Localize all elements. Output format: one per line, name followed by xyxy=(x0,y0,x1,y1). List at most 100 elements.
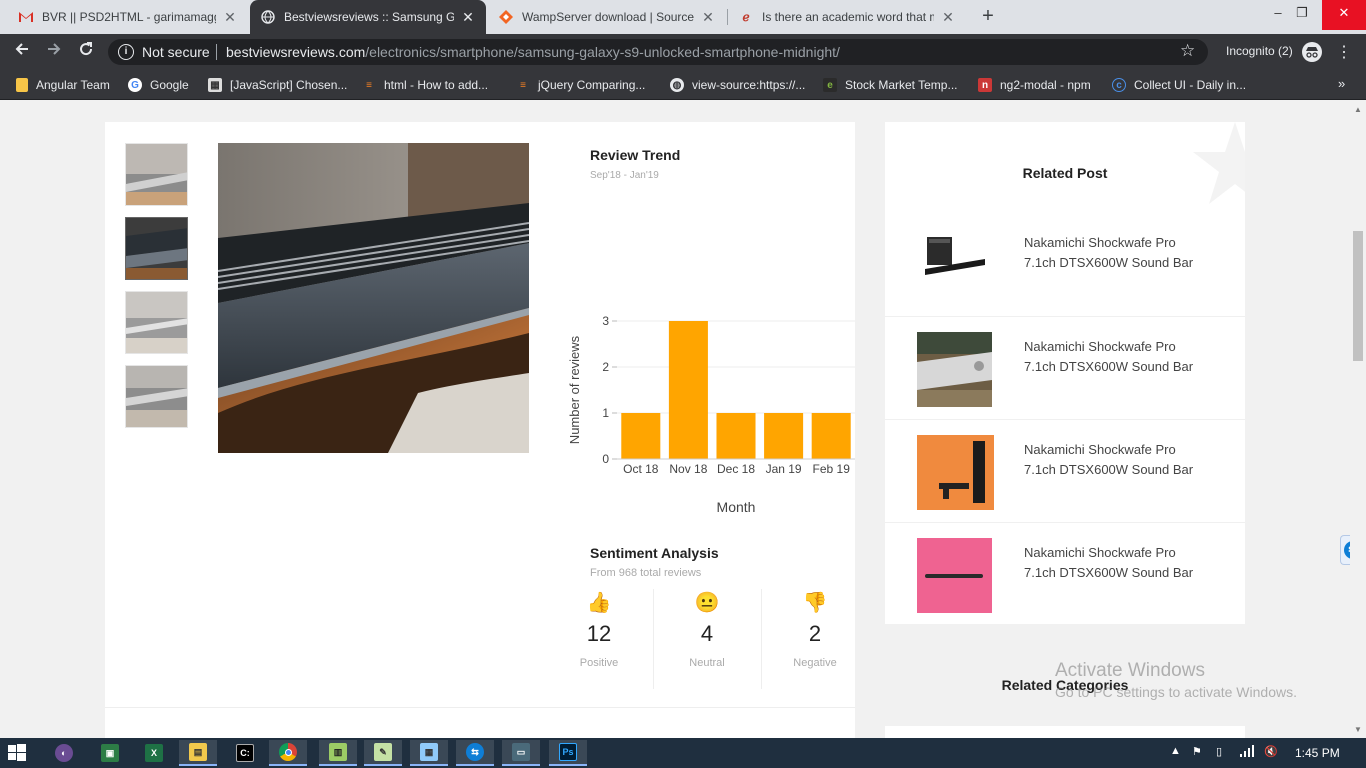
close-icon[interactable]: ✕ xyxy=(222,9,238,26)
related-post-title-text[interactable]: Nakamichi Shockwafe Pro 7.1ch DTSX600W S… xyxy=(1024,233,1193,273)
bookmark-label: jQuery Comparing... xyxy=(538,78,646,92)
bookmark-collect-ui[interactable]: c Collect UI - Daily in... xyxy=(1112,76,1246,94)
chart-bar[interactable] xyxy=(716,413,756,459)
chart-bar[interactable] xyxy=(811,413,851,459)
tab-english-se[interactable]: ℯ Is there an academic word that m ✕ xyxy=(728,0,966,34)
chart-x-axis-label: Month xyxy=(717,499,756,515)
windows-taskbar: ◐ ▣ X ▤ C: ▥ ✎ ▦ ⇆ ▭ Ps ▲ ⚑ ▯ 🔇 1:45 PM xyxy=(0,738,1366,768)
volume-muted-icon[interactable]: 🔇 xyxy=(1264,745,1278,758)
close-icon[interactable]: ✕ xyxy=(700,9,716,26)
reload-button[interactable] xyxy=(74,40,98,64)
bookmark-angular-team[interactable]: Angular Team xyxy=(16,76,110,94)
tray-device-icon[interactable]: ▯ xyxy=(1216,745,1222,758)
back-button[interactable] xyxy=(10,40,34,64)
review-trend-title: Review Trend xyxy=(590,147,681,163)
incognito-icon[interactable] xyxy=(1302,42,1322,62)
npm-icon: n xyxy=(978,78,992,92)
taskbar-app[interactable]: ▤ xyxy=(179,740,217,766)
related-post-item[interactable]: Nakamichi Shockwafe Pro 7.1ch DTSX600W S… xyxy=(885,419,1245,522)
product-thumbnail-1[interactable] xyxy=(125,143,188,206)
related-post-line2: 7.1ch DTSX600W Sound Bar xyxy=(1024,255,1194,270)
taskbar-app[interactable]: ◐ xyxy=(45,740,83,766)
address-bar[interactable]: i Not secure bestviewsreviews.com/electr… xyxy=(108,39,1208,65)
related-post-title-text[interactable]: Nakamichi Shockwafe Pro 7.1ch DTSX600W S… xyxy=(1024,543,1193,583)
bookmark-google[interactable]: G Google xyxy=(128,76,189,94)
bookmark-label: Collect UI - Daily in... xyxy=(1134,78,1247,92)
product-thumbnail-4[interactable] xyxy=(125,365,188,428)
taskbar-app[interactable]: X xyxy=(135,740,173,766)
forward-button[interactable] xyxy=(42,40,66,64)
security-status[interactable]: Not secure xyxy=(142,44,210,60)
related-post-image[interactable] xyxy=(917,225,992,300)
scrollbar-thumb[interactable] xyxy=(1353,231,1363,361)
envato-icon: e xyxy=(823,78,837,92)
maximize-button[interactable]: ❐ xyxy=(1280,0,1324,30)
windows-start-icon[interactable] xyxy=(8,744,26,762)
taskbar-app[interactable]: ✎ xyxy=(364,740,402,766)
tab-title: Is there an academic word that m xyxy=(762,10,934,24)
close-window-button[interactable]: ✕ xyxy=(1322,0,1366,30)
related-post-item[interactable]: Nakamichi Shockwafe Pro 7.1ch DTSX600W S… xyxy=(885,213,1245,316)
bookmark-chosen[interactable]: ▦ [JavaScript] Chosen... xyxy=(208,76,347,94)
info-icon[interactable]: i xyxy=(118,44,134,60)
product-main-image[interactable] xyxy=(218,143,529,453)
taskbar-app[interactable] xyxy=(269,740,307,766)
omnibox-separator xyxy=(216,44,217,60)
thumbs-up-icon: 👍 xyxy=(586,592,612,614)
tray-expand-icon[interactable]: ▲ xyxy=(1170,745,1181,757)
chart-bar[interactable] xyxy=(764,413,804,459)
related-post-image[interactable] xyxy=(917,538,992,613)
arrow-left-icon xyxy=(15,43,28,55)
close-icon[interactable]: ✕ xyxy=(940,9,956,26)
page-scrollbar[interactable]: ▲ ▼ xyxy=(1350,101,1366,738)
new-tab-button[interactable]: + xyxy=(976,4,1000,28)
bookmarks-more-button[interactable]: » xyxy=(1338,76,1345,91)
related-post-item[interactable]: Nakamichi Shockwafe Pro 7.1ch DTSX600W S… xyxy=(885,316,1245,419)
taskbar-app[interactable]: ▭ xyxy=(502,740,540,766)
bookmark-html-how-to[interactable]: ≡ html - How to add... xyxy=(362,76,488,94)
network-icon[interactable] xyxy=(1240,745,1254,760)
taskbar-app[interactable]: Ps xyxy=(549,740,587,766)
globe-icon: ◍ xyxy=(670,78,684,92)
taskbar-clock[interactable]: 1:45 PM xyxy=(1295,746,1340,760)
taskbar-app[interactable]: ▥ xyxy=(319,740,357,766)
bookmark-stock-market[interactable]: e Stock Market Temp... xyxy=(823,76,957,94)
taskbar-app[interactable]: ⇆ xyxy=(456,740,494,766)
tab-wampserver[interactable]: WampServer download | SourceF ✕ xyxy=(488,0,726,34)
stackoverflow-icon: ≡ xyxy=(520,79,526,91)
app-icon: ◐ xyxy=(55,744,73,762)
tab-gmail[interactable]: BVR || PSD2HTML - garimamaggo ✕ xyxy=(8,0,248,34)
browser-toolbar: i Not secure bestviewsreviews.com/electr… xyxy=(0,34,1366,70)
product-thumbnail-2[interactable] xyxy=(125,217,188,280)
incognito-label[interactable]: Incognito (2) xyxy=(1226,44,1293,58)
related-post-title-text[interactable]: Nakamichi Shockwafe Pro 7.1ch DTSX600W S… xyxy=(1024,440,1193,480)
taskbar-app[interactable]: ▦ xyxy=(410,740,448,766)
chart-bar[interactable] xyxy=(621,413,661,459)
related-post-image[interactable] xyxy=(917,332,992,407)
chart-x-tick-label: Dec 18 xyxy=(717,462,755,476)
related-post-item[interactable]: Nakamichi Shockwafe Pro 7.1ch DTSX600W S… xyxy=(885,522,1245,624)
scroll-down-arrow-icon[interactable]: ▼ xyxy=(1354,725,1362,734)
close-icon[interactable]: ✕ xyxy=(460,9,476,26)
review-trend-subtitle: Sep'18 - Jan'19 xyxy=(590,170,659,181)
related-post-line1: Nakamichi Shockwafe Pro xyxy=(1024,339,1176,354)
scroll-up-arrow-icon[interactable]: ▲ xyxy=(1354,105,1362,114)
related-post-title-text[interactable]: Nakamichi Shockwafe Pro 7.1ch DTSX600W S… xyxy=(1024,337,1193,377)
bookmark-ng2-modal[interactable]: n ng2-modal - npm xyxy=(978,76,1091,94)
url-host: bestviewsreviews.com xyxy=(226,44,366,60)
taskbar-app[interactable]: C: xyxy=(226,740,264,766)
chart-bar[interactable] xyxy=(668,321,708,459)
sticky-notes-icon: ▥ xyxy=(329,743,347,761)
url-text[interactable]: bestviewsreviews.com/electronics/smartph… xyxy=(226,44,840,60)
bookmark-view-source[interactable]: ◍ view-source:https://... xyxy=(670,76,805,94)
taskbar-app[interactable]: ▣ xyxy=(91,740,129,766)
tray-flag-icon[interactable]: ⚑ xyxy=(1192,745,1202,758)
window-app-icon: ▭ xyxy=(512,743,530,761)
bookmark-star-icon[interactable]: ☆ xyxy=(1180,41,1195,61)
related-post-image[interactable] xyxy=(917,435,994,510)
related-post-line1: Nakamichi Shockwafe Pro xyxy=(1024,545,1176,560)
product-thumbnail-3[interactable] xyxy=(125,291,188,354)
kebab-menu-icon[interactable]: ⋮ xyxy=(1336,42,1352,62)
bookmark-jquery-comparing[interactable]: ≡ jQuery Comparing... xyxy=(516,76,645,94)
tab-bestviewsreviews[interactable]: Bestviewsreviews :: Samsung Gala ✕ xyxy=(250,0,486,34)
